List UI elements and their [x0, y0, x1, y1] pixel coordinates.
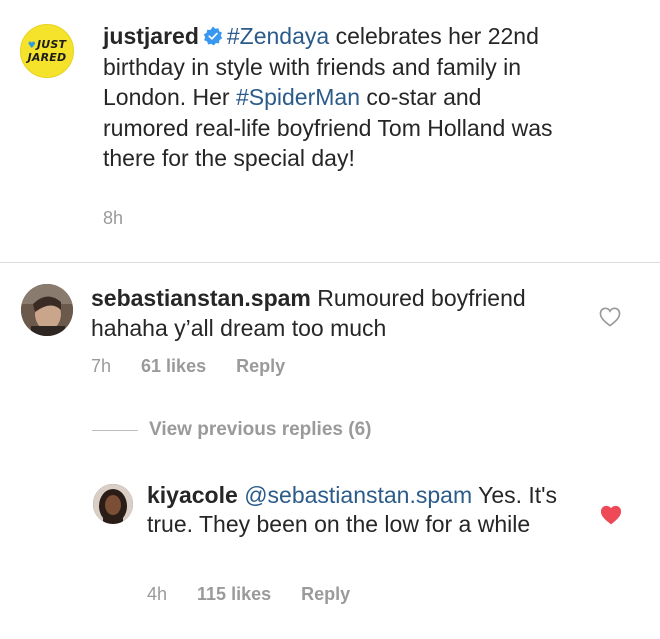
reply-mention[interactable]: @sebastianstan.spam	[244, 482, 472, 508]
logo-line2: JARED	[27, 51, 67, 64]
commenter-avatar[interactable]	[21, 284, 73, 336]
reply-meta: 4h 115 likes Reply	[147, 584, 380, 605]
view-previous-replies[interactable]: View previous replies (6)	[92, 419, 371, 441]
reply-timestamp: 4h	[147, 584, 168, 604]
caption-timestamp: 8h	[103, 208, 124, 228]
replier-avatar[interactable]	[93, 484, 133, 524]
reply-text: kiyacole @sebastianstan.spam Yes. It's t…	[147, 481, 567, 539]
replies-indent-line	[92, 429, 138, 431]
caption-divider	[0, 262, 660, 263]
comment-username[interactable]: sebastianstan.spam	[91, 285, 311, 311]
caption-username[interactable]: justjared	[103, 23, 199, 49]
post-caption: ♥JUST JARED justjared #Zendaya celebrate…	[0, 0, 660, 262]
view-replies-label[interactable]: View previous replies (6)	[149, 419, 371, 441]
comment-meta: 7h 61 likes Reply	[91, 356, 315, 377]
reply-liked-heart-icon[interactable]	[600, 505, 622, 525]
replier-avatar-photo	[93, 484, 133, 524]
reply-username[interactable]: kiyacole	[147, 482, 238, 508]
reply-reply-button[interactable]: Reply	[301, 584, 350, 605]
comments-page: ♥JUST JARED justjared #Zendaya celebrate…	[0, 0, 660, 639]
reply-likes-count[interactable]: 115 likes	[197, 584, 271, 605]
caption-text: justjared #Zendaya celebrates her 22nd b…	[103, 21, 553, 174]
commenter-avatar-photo	[21, 284, 73, 336]
hashtag-zendaya[interactable]: #Zendaya	[227, 23, 329, 49]
comment-reply-button[interactable]: Reply	[236, 356, 285, 377]
comment-timestamp: 7h	[91, 356, 112, 376]
verified-badge-icon	[203, 26, 223, 46]
logo-heart-icon: ♥	[27, 41, 36, 51]
comment-text: sebastianstan.spam Rumoured boyfriend ha…	[91, 283, 561, 343]
comment-likes-count[interactable]: 61 likes	[141, 356, 206, 377]
justjared-avatar[interactable]: ♥JUST JARED	[20, 24, 74, 78]
comment-like-heart-icon[interactable]	[599, 307, 621, 327]
hashtag-spiderman[interactable]: #SpiderMan	[236, 84, 360, 110]
